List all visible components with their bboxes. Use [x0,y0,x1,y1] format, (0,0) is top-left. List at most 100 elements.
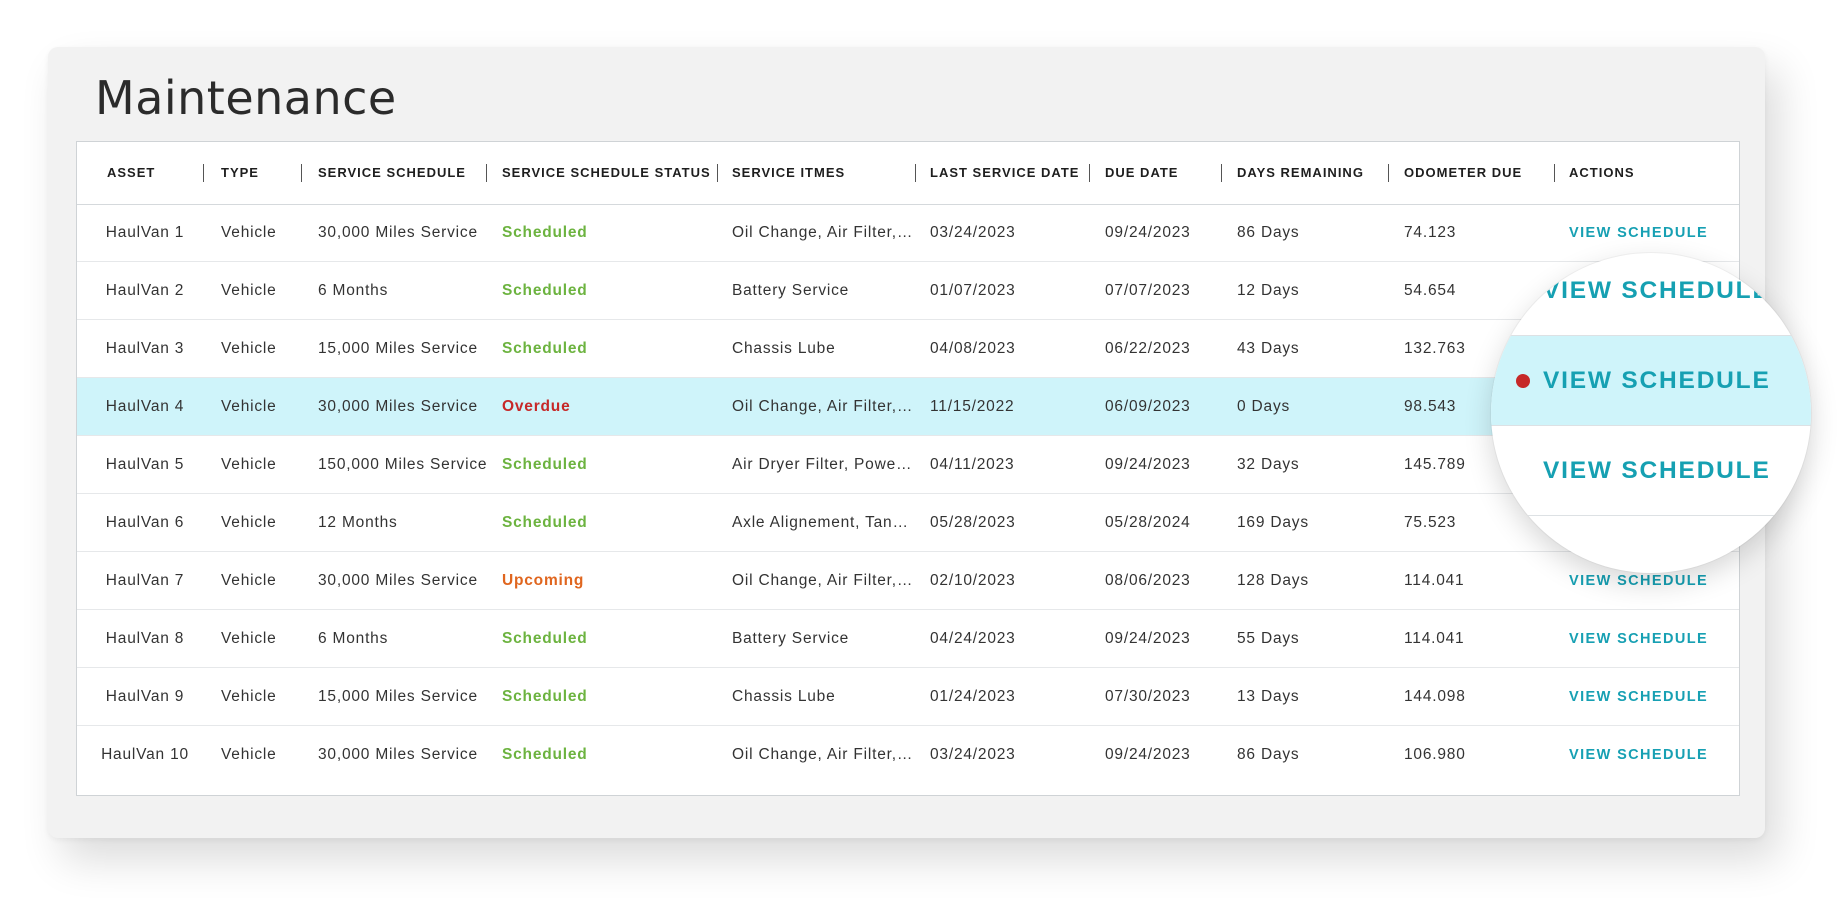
odometer-due-cell: 145.789 [1404,456,1466,473]
type-cell: Vehicle [221,456,277,473]
due-date-cell: 09/24/2023 [1105,224,1191,241]
column-header-odometer-due[interactable]: ODOMETER DUE [1404,142,1522,204]
due-date-cell: 08/06/2023 [1105,572,1191,589]
table-row[interactable]: HaulVan 9 Vehicle 15,000 Miles Service Sche… [77,668,1739,726]
asset-cell: HaulVan 4 [105,398,185,415]
column-separator [717,164,718,182]
page-title: Maintenance [95,71,397,125]
status-badge: Scheduled [502,456,588,473]
column-separator [1089,164,1090,182]
column-separator [203,164,204,182]
days-remaining-cell: 169 Days [1237,514,1309,531]
view-schedule-link[interactable]: VIEW SCHEDULE [1569,610,1708,668]
asset-cell: HaulVan 2 [105,282,185,299]
last-service-date-cell: 11/15/2022 [930,398,1015,415]
column-header-service-schedule[interactable]: SERVICE SCHEDULE [318,142,466,204]
column-header-due-date[interactable]: DUE DATE [1105,142,1178,204]
type-cell: Vehicle [221,514,277,531]
type-cell: Vehicle [221,630,277,647]
column-separator [301,164,302,182]
magnified-view-schedule-link[interactable]: VIEW SCHEDULE [1543,426,1771,516]
magnifier-lens: VIEW SCHEDULE VIEW SCHEDULE VIEW SCHEDUL… [1491,253,1811,573]
view-schedule-link[interactable]: VIEW SCHEDULE [1569,726,1708,784]
service-schedule-cell: 30,000 Miles Service [318,572,478,589]
due-date-cell: 09/24/2023 [1105,630,1191,647]
days-remaining-cell: 86 Days [1237,746,1300,763]
asset-cell: HaulVan 5 [105,456,185,473]
service-schedule-cell: 150,000 Miles Service [318,456,488,473]
last-service-date-cell: 02/10/2023 [930,572,1016,589]
service-items-cell: Oil Change, Air Filter, Tire Rotation [732,746,916,763]
last-service-date-cell: 03/24/2023 [930,746,1016,763]
odometer-due-cell: 114.041 [1404,630,1465,647]
odometer-due-cell: 54.654 [1404,282,1457,299]
due-date-cell: 06/22/2023 [1105,340,1191,357]
service-schedule-cell: 15,000 Miles Service [318,688,478,705]
column-separator [486,164,487,182]
due-date-cell: 07/07/2023 [1105,282,1191,299]
odometer-due-cell: 98.543 [1404,398,1457,415]
type-cell: Vehicle [221,688,277,705]
magnified-view-schedule-link[interactable]: VIEW SCHEDULE [1543,336,1771,426]
status-badge: Overdue [502,398,571,415]
days-remaining-cell: 13 Days [1237,688,1300,705]
status-badge: Upcoming [502,572,585,589]
table-row[interactable]: HaulVan 1 Vehicle 30,000 Miles Service Sche… [77,204,1739,262]
odometer-due-cell: 114.041 [1404,572,1465,589]
last-service-date-cell: 05/28/2023 [930,514,1016,531]
asset-cell: HaulVan 3 [105,340,185,357]
service-items-cell: Battery Service [732,630,850,647]
table-row[interactable]: HaulVan 10 Vehicle 30,000 Miles Service Sch… [77,726,1739,784]
status-badge: Scheduled [502,224,588,241]
asset-cell: HaulVan 6 [105,514,185,531]
asset-cell: HaulVan 1 [105,224,185,241]
service-schedule-cell: 30,000 Miles Service [318,746,478,763]
column-header-last-service-date[interactable]: LAST SERVICE DATE [930,142,1079,204]
column-header-service-items[interactable]: SERVICE ITMES [732,142,845,204]
status-badge: Scheduled [502,340,588,357]
table-row-selected[interactable]: HaulVan 4 Vehicle 30,000 Miles Service Over… [77,378,1739,436]
column-separator [1388,164,1389,182]
type-cell: Vehicle [221,282,277,299]
last-service-date-cell: 01/07/2023 [930,282,1016,299]
service-items-cell: Chassis Lube [732,340,836,357]
service-items-cell: Oil Change, Air Filter, Tire Rotation [732,572,916,589]
column-header-days-remaining[interactable]: DAYS REMAINING [1237,142,1364,204]
days-remaining-cell: 32 Days [1237,456,1300,473]
table-row[interactable]: HaulVan 7 Vehicle 30,000 Miles Service Upco… [77,552,1739,610]
column-separator [1554,164,1555,182]
due-date-cell: 09/24/2023 [1105,456,1191,473]
magnified-row-active: VIEW SCHEDULE [1491,336,1811,426]
days-remaining-cell: 0 Days [1237,398,1291,415]
table-row[interactable]: HaulVan 2 Vehicle 6 Months Scheduled Battery… [77,262,1739,320]
odometer-due-cell: 132.763 [1404,340,1466,357]
days-remaining-cell: 43 Days [1237,340,1300,357]
asset-cell: HaulVan 10 [101,746,189,763]
table-header: ASSET TYPE SERVICE SCHEDULE SERVICE SCHE… [77,142,1739,205]
column-header-actions: ACTIONS [1569,165,1635,180]
due-date-cell: 09/24/2023 [1105,746,1191,763]
type-cell: Vehicle [221,398,277,415]
column-header-type[interactable]: TYPE [221,142,259,204]
service-schedule-cell: 15,000 Miles Service [318,340,478,357]
column-separator [915,164,916,182]
service-schedule-cell: 30,000 Miles Service [318,398,478,415]
odometer-due-cell: 74.123 [1404,224,1457,241]
status-badge: Scheduled [502,746,588,763]
view-schedule-link[interactable]: VIEW SCHEDULE [1569,668,1708,726]
due-date-cell: 05/28/2024 [1105,514,1191,531]
asset-cell: HaulVan 8 [105,630,185,647]
column-header-service-schedule-status[interactable]: SERVICE SCHEDULE STATUS [502,142,711,204]
service-schedule-cell: 12 Months [318,514,398,531]
days-remaining-cell: 86 Days [1237,224,1300,241]
column-header-asset[interactable]: ASSET [107,142,155,204]
table-row[interactable]: HaulVan 8 Vehicle 6 Months Scheduled Battery… [77,610,1739,668]
status-badge: Scheduled [502,630,588,647]
magnified-view-schedule-link[interactable]: VIEW SCHEDULE [1543,253,1771,336]
table-row[interactable]: HaulVan 5 Vehicle 150,000 Miles Service Sch… [77,436,1739,494]
table-row[interactable]: HaulVan 6 Vehicle 12 Months Scheduled Axle A… [77,494,1739,552]
last-service-date-cell: 04/08/2023 [930,340,1016,357]
status-badge: Scheduled [502,688,588,705]
table-row[interactable]: HaulVan 3 Vehicle 15,000 Miles Service Sche… [77,320,1739,378]
service-items-cell: Battery Service [732,282,850,299]
